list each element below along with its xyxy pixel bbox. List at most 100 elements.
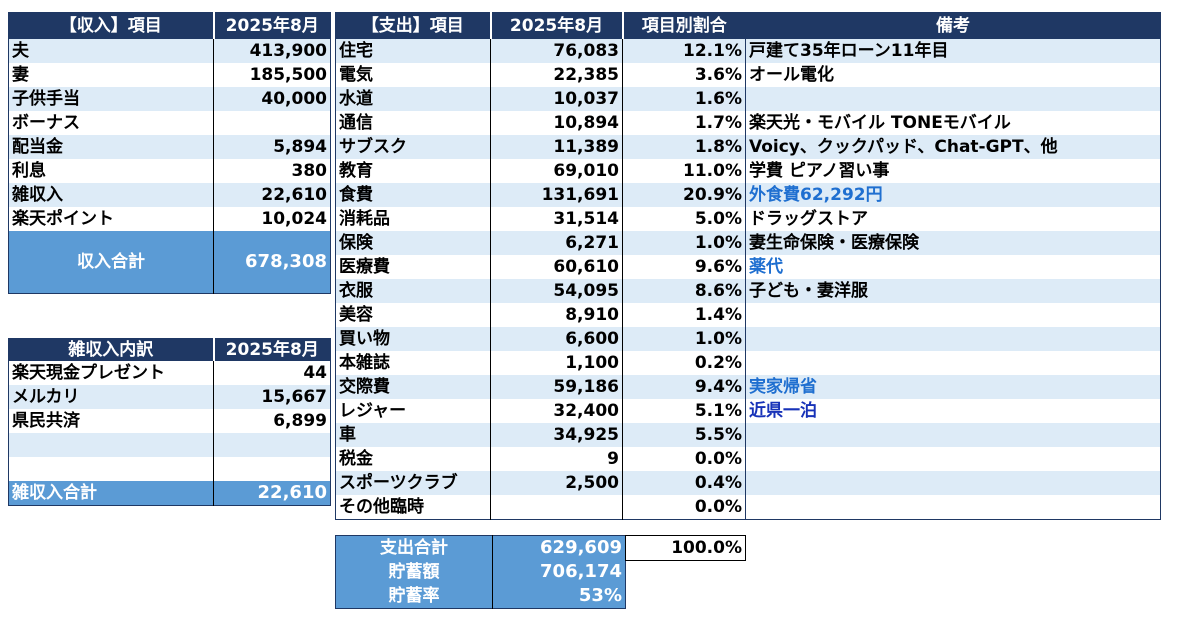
expense-note: ドラッグストア [745, 207, 1161, 231]
table-row: 保険 6,271 1.0% [335, 231, 746, 255]
table-row: 美容 8,910 1.4% [335, 303, 746, 327]
expense-ratio: 0.4% [622, 471, 746, 495]
table-row: 水道 10,037 1.6% [335, 87, 746, 111]
savings-row: 貯蓄額 706,174 [335, 560, 626, 584]
savings-label: 貯蓄額 [335, 560, 493, 584]
expense-value: 54,095 [490, 279, 623, 303]
table-row: 学費 ピアノ習い事 [745, 159, 1161, 183]
expense-header-row: 【支出】項目 2025年8月 項目別割合 [335, 12, 746, 39]
income-total-value: 678,308 [213, 231, 331, 294]
income-value: 380 [213, 159, 331, 183]
table-row: 利息 380 [8, 159, 331, 183]
expense-note [745, 495, 1161, 520]
expense-value: 131,691 [490, 183, 623, 207]
table-row: 買い物 6,600 1.0% [335, 327, 746, 351]
expense-note: オール電化 [745, 63, 1161, 87]
expense-label: レジャー [335, 399, 491, 423]
expense-note [745, 351, 1161, 375]
income-label: 夫 [8, 39, 214, 63]
table-row: 妻生命保険・医療保険 [745, 231, 1161, 255]
income-header-month: 2025年8月 [212, 12, 331, 39]
table-row: 妻 185,500 [8, 63, 331, 87]
table-row: 楽天ポイント 10,024 [8, 207, 331, 231]
expense-note: 楽天光・モバイル TONEモバイル [745, 111, 1161, 135]
table-row: メルカリ 15,667 [8, 385, 331, 409]
expense-value: 8,910 [490, 303, 623, 327]
notes-header-row: 備考 [745, 12, 1161, 39]
income-header-row: 【収入】項目 2025年8月 [8, 12, 331, 39]
expense-value: 31,514 [490, 207, 623, 231]
table-row: ボーナス [8, 111, 331, 135]
expense-total-row: 支出合計 629,609 [335, 535, 626, 560]
income-label: ボーナス [8, 111, 214, 135]
income-total-row: 収入合計 678,308 [8, 231, 331, 294]
table-row: スポーツクラブ 2,500 0.4% [335, 471, 746, 495]
expense-value: 6,271 [490, 231, 623, 255]
savings-rate-row: 貯蓄率 53% [335, 584, 626, 609]
expense-label: スポーツクラブ [335, 471, 491, 495]
expense-value: 1,100 [490, 351, 623, 375]
expense-value: 11,389 [490, 135, 623, 159]
expense-ratio: 0.0% [622, 447, 746, 471]
expense-value: 59,186 [490, 375, 623, 399]
expense-label: 交際費 [335, 375, 491, 399]
savings-rate-label: 貯蓄率 [335, 584, 493, 609]
table-row: 楽天光・モバイル TONEモバイル [745, 111, 1161, 135]
expense-value: 76,083 [490, 39, 623, 63]
table-row: 車 34,925 5.5% [335, 423, 746, 447]
misc-label: 県民共済 [8, 409, 214, 433]
table-row [745, 327, 1161, 351]
income-table: 【収入】項目 2025年8月 夫 413,900 妻 185,500 子供手当 40,… [8, 12, 331, 294]
expense-value: 22,385 [490, 63, 623, 87]
table-row: 子ども・妻洋服 [745, 279, 1161, 303]
ratio-total-table: 100.0% [625, 535, 746, 561]
expense-label: 教育 [335, 159, 491, 183]
misc-value: 6,899 [213, 409, 331, 433]
table-row: 交際費 59,186 9.4% [335, 375, 746, 399]
expense-label: 税金 [335, 447, 491, 471]
expense-note [745, 423, 1161, 447]
expense-note [745, 303, 1161, 327]
expense-ratio: 3.6% [622, 63, 746, 87]
expense-ratio: 1.4% [622, 303, 746, 327]
expense-label: 本雑誌 [335, 351, 491, 375]
table-row: サブスク 11,389 1.8% [335, 135, 746, 159]
misc-header-row: 雑収入内訳 2025年8月 [8, 338, 331, 361]
expense-header-ratio: 項目別割合 [621, 12, 746, 39]
expense-header-month: 2025年8月 [489, 12, 623, 39]
table-row [745, 351, 1161, 375]
expense-ratio: 8.6% [622, 279, 746, 303]
table-row [8, 433, 331, 457]
notes-table: 備考 戸建て35年ローン11年目 オール電化 楽天光・モバイル TONEモバイル Vo… [745, 12, 1161, 520]
table-row: 子供手当 40,000 [8, 87, 331, 111]
expense-totals-table: 支出合計 629,609 貯蓄額 706,174 貯蓄率 53% [335, 535, 626, 609]
expense-value: 60,610 [490, 255, 623, 279]
misc-total-label: 雑収入合計 [8, 481, 214, 506]
expense-total-value: 629,609 [492, 535, 626, 560]
expense-label: 水道 [335, 87, 491, 111]
expense-ratio: 12.1% [622, 39, 746, 63]
table-row: ドラッグストア [745, 207, 1161, 231]
income-label: 配当金 [8, 135, 214, 159]
table-row: 近県一泊 [745, 399, 1161, 423]
expense-value: 2,500 [490, 471, 623, 495]
notes-header: 備考 [745, 12, 1161, 39]
table-row: 医療費 60,610 9.6% [335, 255, 746, 279]
table-row: 外食費62,292円 [745, 183, 1161, 207]
expense-label: 医療費 [335, 255, 491, 279]
income-label: 雑収入 [8, 183, 214, 207]
expense-note [745, 471, 1161, 495]
table-row: Voicy、クックパッド、Chat-GPT、他 [745, 135, 1161, 159]
expense-value: 32,400 [490, 399, 623, 423]
expense-label: 食費 [335, 183, 491, 207]
expense-total-label: 支出合計 [335, 535, 493, 560]
table-row: 住宅 76,083 12.1% [335, 39, 746, 63]
table-row: 夫 413,900 [8, 39, 331, 63]
income-label: 利息 [8, 159, 214, 183]
expense-ratio: 5.0% [622, 207, 746, 231]
income-value: 5,894 [213, 135, 331, 159]
table-row: レジャー 32,400 5.1% [335, 399, 746, 423]
income-header-label: 【収入】項目 [8, 12, 214, 39]
expense-value: 10,894 [490, 111, 623, 135]
misc-label [8, 433, 214, 457]
